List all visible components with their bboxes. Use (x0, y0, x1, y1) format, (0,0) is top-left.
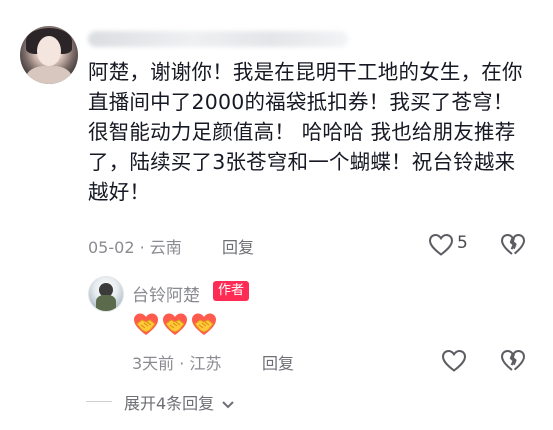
meta-separator: · (139, 238, 145, 257)
reply-reply-button[interactable]: 回复 (262, 350, 294, 374)
reply-emoji-row (132, 311, 219, 341)
commenter-name-blurred[interactable] (88, 31, 348, 47)
reply-meta: 3天前 · 江苏 (132, 350, 221, 374)
commenter-avatar[interactable] (20, 26, 78, 84)
heart-outline-icon[interactable] (441, 349, 467, 373)
broken-heart-icon[interactable] (500, 349, 526, 373)
expand-divider (86, 401, 112, 402)
comment-text: 阿楚，谢谢你！我是在昆明干工地的女生，在你直播间中了2000的福袋抵扣券！我买了… (88, 60, 523, 204)
author-badge: 作者 (213, 281, 250, 301)
handshake-emoji-icon (161, 311, 189, 341)
like-count: 5 (457, 233, 468, 253)
handshake-emoji-icon (132, 311, 160, 341)
expand-replies-button[interactable]: 展开4条回复 (124, 390, 235, 414)
comment-date: 05-02 (88, 238, 135, 257)
reply-author-name[interactable]: 台铃阿楚 (132, 281, 200, 306)
chevron-down-icon (221, 395, 235, 414)
comment-reply-button[interactable]: 回复 (222, 234, 254, 258)
reply-location: 江苏 (189, 354, 222, 373)
expand-replies-label: 展开4条回复 (124, 394, 215, 413)
comment-meta: 05-02 · 云南 (88, 234, 182, 258)
heart-outline-icon[interactable] (428, 233, 454, 257)
broken-heart-icon[interactable] (500, 233, 526, 257)
comment-location: 云南 (149, 238, 182, 257)
handshake-emoji-icon (190, 311, 218, 341)
reply-time: 3天前 (132, 354, 175, 373)
meta-separator: · (179, 354, 185, 373)
author-avatar[interactable] (88, 276, 124, 312)
